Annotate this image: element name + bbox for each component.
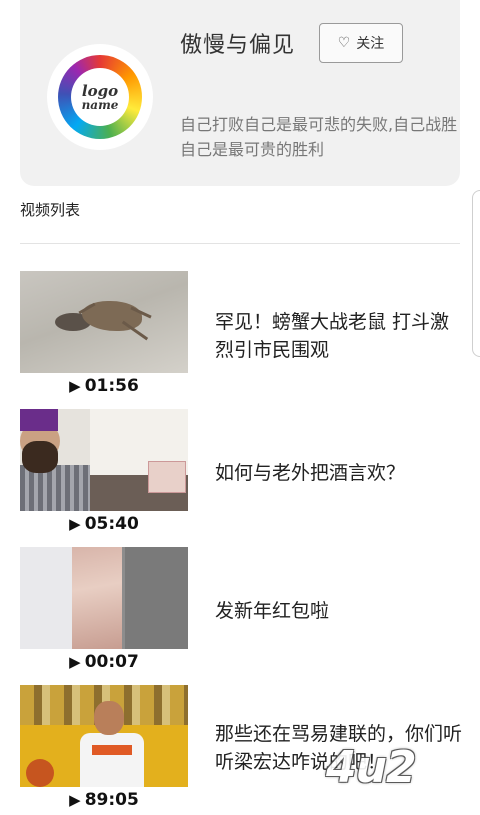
section-title: 视频列表 [20,201,81,219]
logo-ring-icon: logo name [58,55,142,139]
duration-text: 00:07 [84,652,139,672]
thumb-shape [80,733,144,787]
play-icon: ▶ [69,377,81,395]
profile-card: logo name 傲慢与偏见 ♡ 关注 自己打败自己是最可悲的失败,自己战胜自… [20,0,460,186]
thumb-shape [20,409,58,431]
avatar[interactable]: logo name [47,44,153,150]
thumb-shape [22,441,58,473]
thumb-shape [94,701,124,735]
video-thumbnail[interactable] [20,271,188,373]
play-icon: ▶ [69,515,81,533]
play-icon: ▶ [69,653,81,671]
logo-line2: name [81,97,119,112]
video-item[interactable]: ▶ 00:07 发新年红包啦 [20,547,480,677]
video-duration: ▶ 00:07 [20,652,188,672]
video-duration: ▶ 05:40 [20,514,188,534]
duration-text: 89:05 [84,790,139,810]
user-motto: 自己打败自己是最可悲的失败,自己战胜自己是最可贵的胜利 [180,115,458,159]
divider [20,243,460,244]
thumb-shape [148,461,186,493]
follow-button[interactable]: ♡ 关注 [319,23,403,63]
video-item[interactable]: ▶ 05:40 如何与老外把酒言欢？ [20,409,480,539]
duration-text: 05:40 [84,514,139,534]
video-duration: ▶ 01:56 [20,376,188,396]
video-thumbnail[interactable] [20,685,188,787]
thumb-shape [26,759,54,787]
logo-text: logo name [71,68,129,126]
heart-outline-icon: ♡ [337,35,351,51]
follow-label: 关注 [356,36,385,52]
video-title[interactable]: 发新年红包啦 [215,597,465,625]
user-name: 傲慢与偏见 [180,33,296,58]
logo-line1: logo [81,81,119,100]
video-item[interactable]: ▶ 01:56 罕见！螃蟹大战老鼠 打斗激烈引市民围观 [20,271,480,401]
duration-text: 01:56 [84,376,139,396]
video-title[interactable]: 罕见！螃蟹大战老鼠 打斗激烈引市民围观 [215,308,465,364]
site-watermark: 4u2 [326,742,417,793]
video-thumbnail[interactable] [20,409,188,511]
thumb-shape [125,547,188,649]
thumb-shape [72,547,122,649]
video-title[interactable]: 如何与老外把酒言欢？ [215,459,465,487]
thumb-shape [92,745,132,755]
video-thumbnail[interactable] [20,547,188,649]
video-duration: ▶ 89:05 [20,790,188,810]
play-icon: ▶ [69,791,81,809]
